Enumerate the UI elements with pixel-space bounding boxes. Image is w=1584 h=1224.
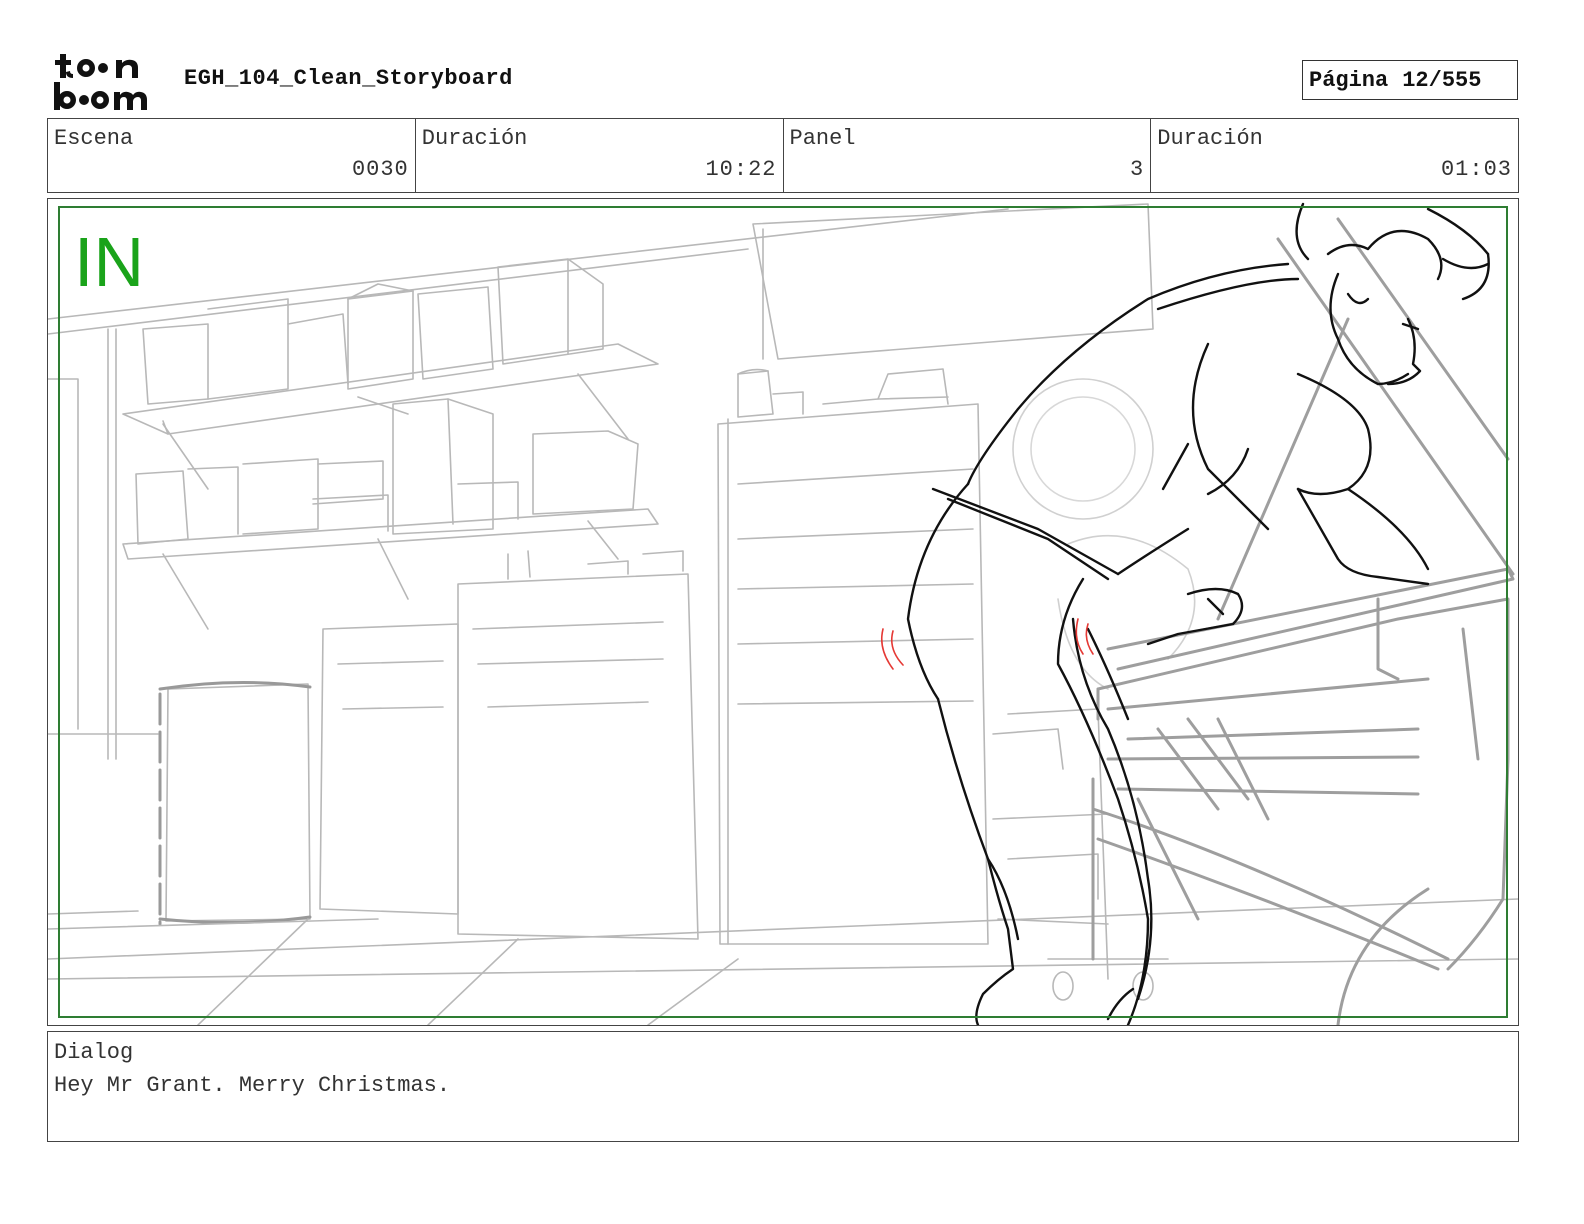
scene-duration-cell: Duración 10:22 bbox=[416, 119, 784, 192]
character-sketch bbox=[906, 202, 1490, 1025]
panel-sketch bbox=[48, 202, 1518, 1025]
scene-info-table: Escena 0030 Duración 10:22 Panel 3 Durac… bbox=[47, 118, 1519, 193]
scene-duration-value: 10:22 bbox=[705, 157, 777, 182]
panel-duration-value: 01:03 bbox=[1440, 157, 1512, 182]
page-number: 12/555 bbox=[1402, 67, 1482, 93]
transition-in-label: IN bbox=[74, 223, 144, 301]
scene-number: 0030 bbox=[351, 157, 409, 182]
page-indicator: Página 12/555 bbox=[1302, 60, 1518, 100]
background-sketch bbox=[48, 203, 1518, 1025]
page-label: Página bbox=[1309, 67, 1389, 93]
panel-duration-label: Duración bbox=[1157, 126, 1263, 151]
panel-cell: Panel 3 bbox=[784, 119, 1152, 192]
panel-label: Panel bbox=[789, 126, 856, 151]
panel-number: 3 bbox=[1130, 157, 1145, 182]
dialog-label: Dialog bbox=[54, 1040, 134, 1065]
scene-label: Escena bbox=[54, 126, 134, 151]
scene-cell: Escena 0030 bbox=[48, 119, 416, 192]
display-case bbox=[1091, 217, 1515, 1025]
document-title: EGH_104_Clean_Storyboard bbox=[184, 66, 513, 91]
panel-duration-cell: Duración 01:03 bbox=[1151, 119, 1518, 192]
storyboard-panel: IN bbox=[47, 198, 1519, 1026]
toon-boom-logo bbox=[54, 54, 147, 110]
dialog-box: Dialog Hey Mr Grant. Merry Christmas. bbox=[47, 1031, 1519, 1142]
scene-duration-label: Duración bbox=[421, 126, 528, 151]
dialog-text: Hey Mr Grant. Merry Christmas. bbox=[54, 1073, 451, 1098]
